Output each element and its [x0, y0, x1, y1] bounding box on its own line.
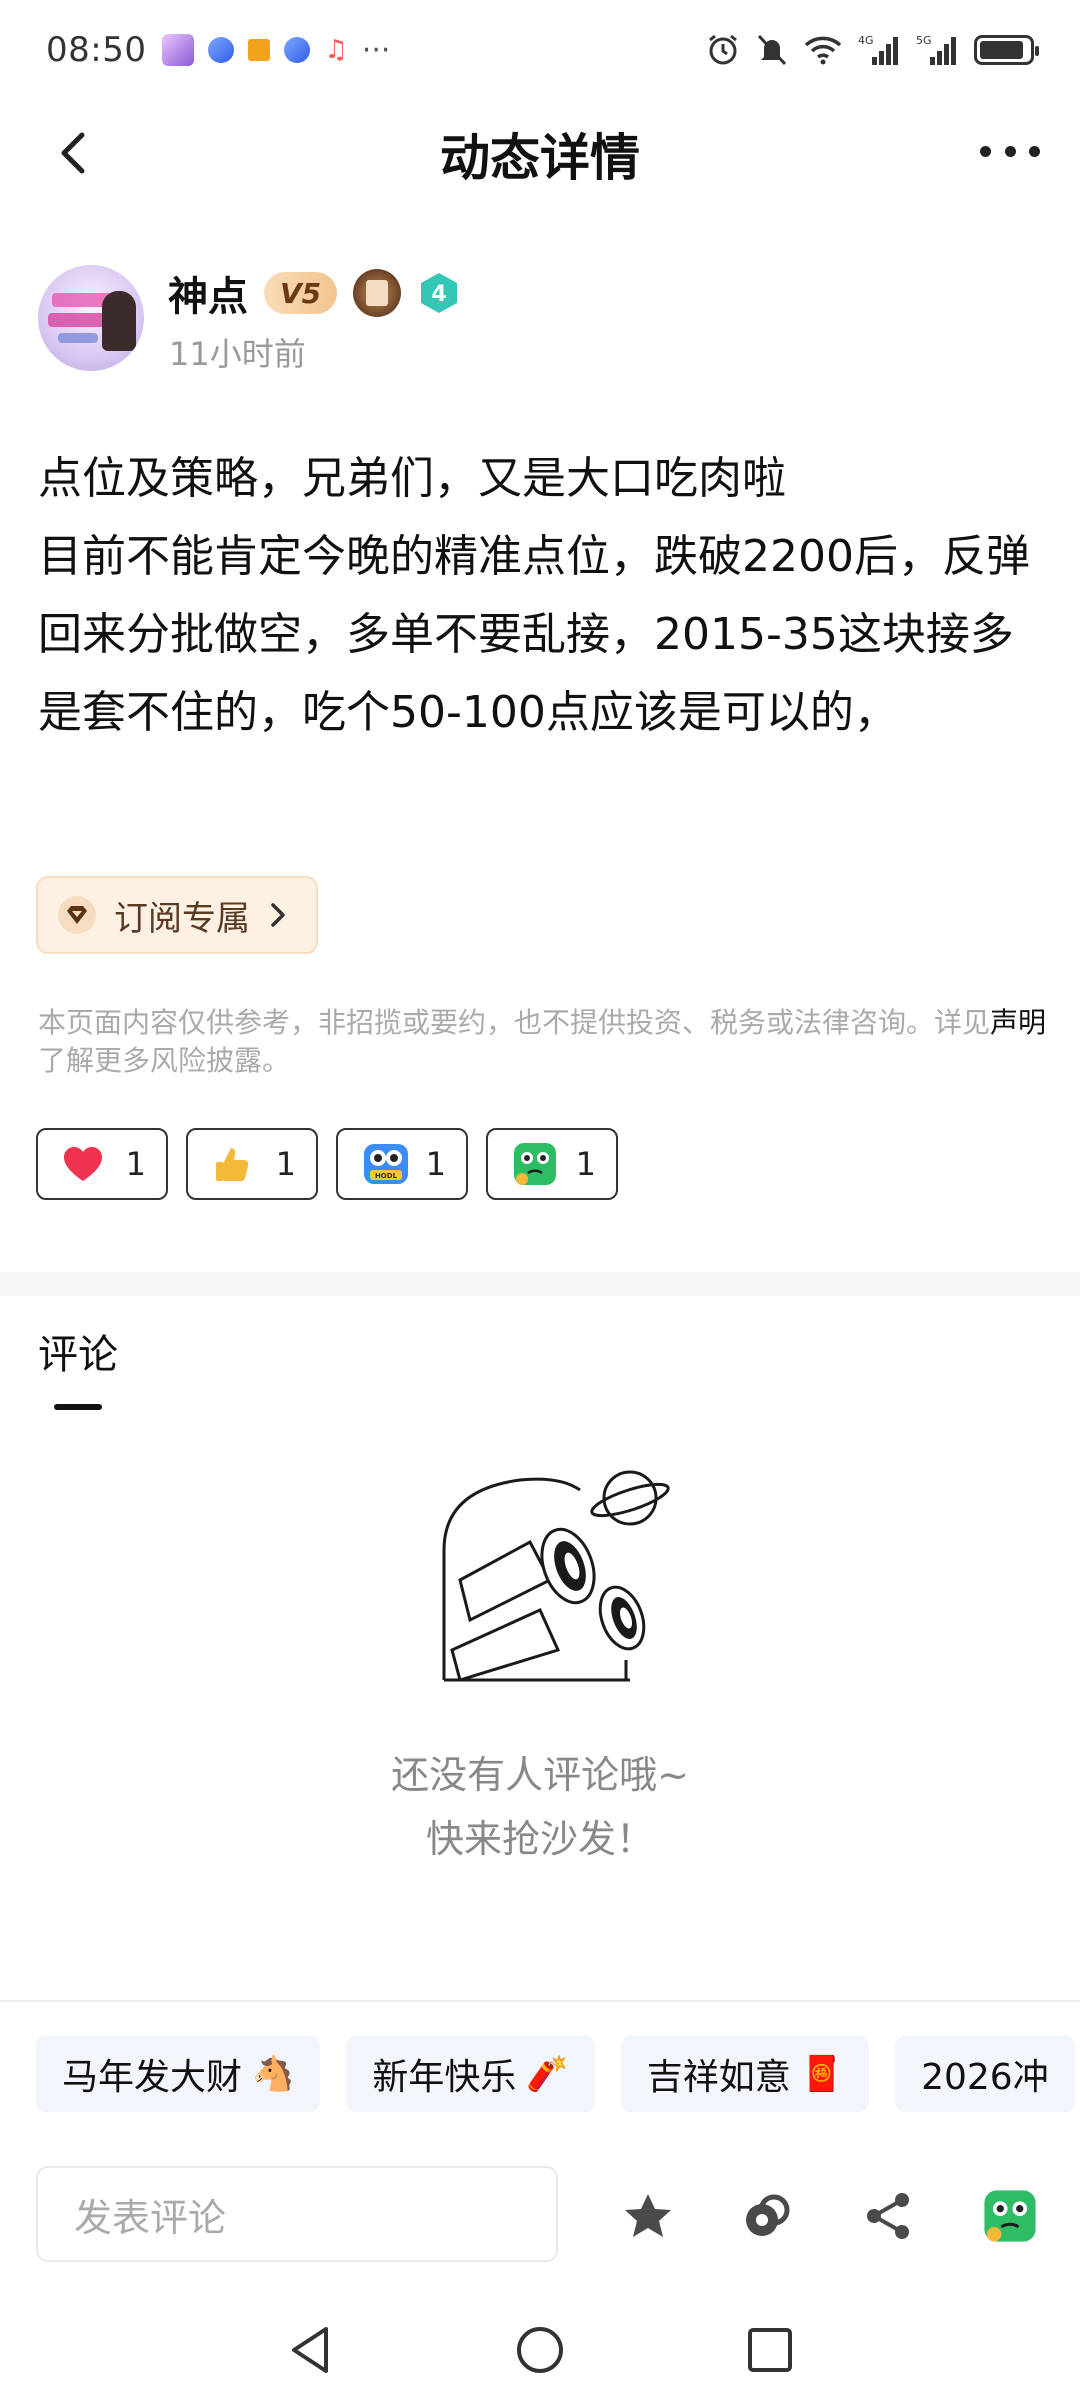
divider: [0, 2000, 1080, 2002]
tab-indicator: [54, 1404, 102, 1410]
subscribe-label: 订阅专属: [114, 898, 250, 939]
battery-icon: [974, 35, 1039, 65]
author-name-row: 神点 V5 4: [168, 265, 461, 321]
star-icon: [625, 2194, 671, 2237]
subscribe-exclusive-button[interactable]: 订阅专属: [36, 876, 318, 954]
quick-reply-chip[interactable]: 新年快乐 🧨: [346, 2036, 595, 2112]
reaction-count: 1: [425, 1145, 446, 1183]
status-time: 08:50: [46, 30, 147, 70]
quick-reply-chip[interactable]: 2026冲: [895, 2036, 1075, 2112]
thumbs-up-icon: [216, 1148, 249, 1181]
reactions-bar: 1 1 HODL 1 1: [36, 1128, 618, 1200]
chevron-right-icon: [268, 902, 294, 928]
repost-icon: [746, 2194, 790, 2236]
thinking-face-icon: [514, 1143, 556, 1185]
tab-comments[interactable]: 评论: [38, 1322, 118, 1380]
firecracker-icon: 🧨: [526, 2054, 569, 2094]
avatar[interactable]: [38, 265, 144, 371]
reaction-heart[interactable]: 1: [36, 1128, 168, 1200]
chip-text: 2026冲: [921, 2057, 1049, 2098]
chip-text: 吉祥如意: [646, 2057, 791, 2098]
signal-4g-icon: 4G: [858, 33, 900, 67]
vip-badge[interactable]: V5: [264, 272, 338, 314]
empty-comments-text: 还没有人评论哦~: [391, 1753, 689, 1797]
favorite-button[interactable]: [618, 2186, 678, 2246]
battery-level: [980, 41, 1024, 59]
wifi-icon: [804, 35, 842, 65]
comment-input[interactable]: 发表评论: [36, 2166, 558, 2262]
empty-comments-cta: 快来抢沙发！: [425, 1817, 654, 1861]
svg-text:4G: 4G: [858, 34, 874, 47]
share-icon: [867, 2193, 909, 2239]
system-home-button[interactable]: [512, 2322, 568, 2378]
level-medal-icon[interactable]: [353, 269, 402, 317]
heart-icon: [64, 1147, 102, 1181]
emoji-sticker-button[interactable]: [980, 2186, 1040, 2246]
overflow-dots-icon: ···: [361, 32, 391, 68]
thinking-face-icon: [984, 2190, 1036, 2242]
repost-button[interactable]: [736, 2186, 796, 2246]
nav-bar: 动态详情: [0, 100, 1080, 206]
author-header: 神点 V5 4 11小时前: [38, 265, 1038, 375]
square-recents-icon: [748, 2328, 792, 2372]
system-status-icons: 4G 5G: [706, 33, 1039, 67]
chip-text: 马年发大财: [62, 2057, 243, 2098]
binoculars-illustration-icon: [442, 1470, 670, 1682]
post-time: 11小时前: [169, 335, 306, 373]
triangle-back-icon: [292, 2327, 328, 2373]
disclaimer: 本页面内容仅供参考，非招揽或要约，也不提供投资、税务或法律咨询。详见声明了解更多…: [38, 1004, 1048, 1080]
svg-text:5G: 5G: [916, 34, 932, 47]
mute-bell-icon: [756, 33, 788, 67]
post-body: 点位及策略，兄弟们，又是大口吃肉啦 目前不能肯定今晚的精准点位，跌破2200后，…: [38, 440, 1048, 752]
post-line: 目前不能肯定今晚的精准点位，跌破2200后，反弹回来分批做空，多单不要乱接，20…: [38, 531, 1030, 738]
notification-icons: ♫ ···: [162, 33, 390, 68]
share-button[interactable]: [858, 2186, 918, 2246]
red-envelope-icon: 🧧: [800, 2054, 844, 2094]
diamond-icon: [58, 896, 96, 934]
reaction-thinking[interactable]: 1: [486, 1128, 618, 1200]
quick-reply-chip[interactable]: 马年发大财 🐴: [36, 2036, 321, 2112]
post-line: 点位及策略，兄弟们，又是大口吃肉啦: [38, 453, 786, 504]
section-divider: [0, 1272, 1080, 1296]
reaction-count: 1: [125, 1145, 146, 1183]
reaction-hodl-owl[interactable]: HODL 1: [336, 1128, 468, 1200]
page-title: 动态详情: [440, 129, 640, 187]
music-icon: ♫: [324, 35, 348, 65]
statement-link[interactable]: 声明: [990, 1006, 1046, 1039]
hodl-owl-icon: HODL: [364, 1144, 408, 1184]
avatar-app-icon: [162, 34, 195, 66]
disclaimer-text-tail: 了解更多风险披露。: [38, 1044, 291, 1077]
more-options-button[interactable]: [980, 126, 1040, 176]
alarm-icon: [706, 33, 740, 67]
more-dot-icon: [1029, 145, 1040, 157]
signal-5g-icon: 5G: [916, 33, 958, 67]
chip-text: 新年快乐: [372, 2057, 517, 2098]
horse-icon: 🐴: [252, 2054, 295, 2094]
browser-icon: [208, 37, 235, 63]
circle-home-icon: [517, 2327, 563, 2373]
office-icon: [248, 39, 271, 61]
system-navigation-bar: [0, 2300, 1080, 2400]
reaction-count: 1: [575, 1145, 596, 1183]
reaction-count: 1: [275, 1145, 296, 1183]
quick-reply-chip[interactable]: 吉祥如意 🧧: [620, 2036, 870, 2112]
level-badge[interactable]: 4: [417, 271, 461, 315]
svg-text:4: 4: [432, 282, 447, 307]
svg-text:HODL: HODL: [375, 1172, 398, 1180]
disclaimer-text: 本页面内容仅供参考，非招揽或要约，也不提供投资、税务或法律咨询。详见: [38, 1006, 991, 1039]
more-dot-icon: [980, 145, 991, 157]
more-dot-icon: [1004, 145, 1016, 157]
browser-icon: [284, 37, 311, 63]
status-bar: 08:50 ♫ ··· 4G 5G: [0, 0, 1080, 100]
quick-reply-chips: 马年发大财 🐴 新年快乐 🧨 吉祥如意 🧧 2026冲: [36, 2036, 1080, 2112]
system-back-button[interactable]: [282, 2322, 338, 2378]
reaction-thumbs-up[interactable]: 1: [186, 1128, 318, 1200]
system-recents-button[interactable]: [742, 2322, 798, 2378]
author-name[interactable]: 神点: [168, 264, 248, 322]
